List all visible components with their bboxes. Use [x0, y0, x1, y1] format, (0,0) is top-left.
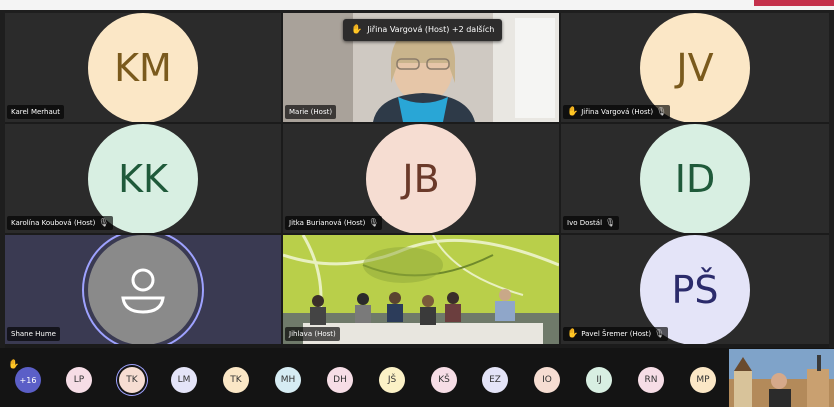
- participant-avatar-lm[interactable]: LM: [171, 367, 197, 393]
- participant-avatar-tk[interactable]: TK: [119, 367, 145, 393]
- mic-muted-icon: 🎙: [368, 218, 379, 227]
- participant-avatar-lp[interactable]: LP: [66, 367, 92, 393]
- self-view-image: [729, 349, 834, 407]
- raised-hand-icon: ✋: [8, 360, 20, 370]
- participant-name-label: Shane Hume: [7, 327, 60, 341]
- participant-tile-marie[interactable]: ✋ Jiřina Vargová (Host) +2 dalších Marie…: [283, 13, 559, 122]
- participant-name-label: ✋ Jiřina Vargová (Host) 🎙: [563, 105, 671, 119]
- participant-name: Pavel Šremer (Host): [581, 330, 652, 338]
- participant-tray: ✋ +16 LP TK LM TK MH DH JŠ KŠ EZ IO IJ R…: [0, 348, 834, 407]
- participant-name: Karolína Koubová (Host): [11, 219, 96, 227]
- participant-name: Ivo Dostál: [567, 219, 603, 227]
- participant-avatar-ez[interactable]: EZ: [482, 367, 508, 393]
- person-icon: [121, 268, 165, 314]
- more-participants-button[interactable]: +16: [15, 367, 41, 393]
- avatar: [88, 235, 198, 344]
- participant-avatar-mh[interactable]: MH: [275, 367, 301, 393]
- raised-hand-icon: ✋: [351, 25, 363, 35]
- mic-muted-icon: 🎙: [605, 218, 616, 227]
- avatar: ID: [640, 124, 750, 233]
- participant-name-label: ✋ Pavel Šremer (Host) 🎙: [563, 327, 669, 341]
- participant-name: Marie (Host): [289, 108, 333, 116]
- participant-avatar-ks[interactable]: KŠ: [431, 367, 457, 393]
- self-view-video[interactable]: [729, 349, 834, 407]
- raised-hands-notification[interactable]: ✋ Jiřina Vargová (Host) +2 dalších: [343, 19, 503, 41]
- participant-name: Karel Merhaut: [11, 108, 60, 116]
- mic-muted-icon: 🎙: [654, 329, 665, 338]
- avatar: JB: [366, 124, 476, 233]
- participant-avatar-js[interactable]: JŠ: [379, 367, 405, 393]
- participant-name-label: Jitka Burianová (Host) 🎙: [285, 216, 383, 230]
- participant-name: Jiřina Vargová (Host): [581, 108, 654, 116]
- participant-tile-karolina-koubova[interactable]: KK Karolína Koubová (Host) 🎙: [5, 124, 281, 233]
- window-top-bar: [0, 0, 834, 10]
- participant-avatar-rn[interactable]: RN: [638, 367, 664, 393]
- participant-name: Jitka Burianová (Host): [289, 219, 366, 227]
- mic-muted-icon: 🎙: [656, 107, 667, 116]
- notification-text: Jiřina Vargová (Host) +2 dalších: [367, 25, 495, 34]
- participant-tile-karel-merhaut[interactable]: KM Karel Merhaut: [5, 13, 281, 122]
- participant-tile-jirina-vargova[interactable]: JV ✋ Jiřina Vargová (Host) 🎙: [561, 13, 829, 122]
- participant-name-label: Karolína Koubová (Host) 🎙: [7, 216, 113, 230]
- participant-name-label: Ivo Dostál 🎙: [563, 216, 620, 230]
- participant-tile-jihlava[interactable]: Jihlava (Host): [283, 235, 559, 344]
- participant-name-label: Karel Merhaut: [7, 105, 64, 119]
- leave-button-edge[interactable]: [754, 0, 834, 6]
- raised-hand-icon: ✋: [567, 107, 579, 117]
- participant-avatar-ij[interactable]: IJ: [586, 367, 612, 393]
- participant-avatar-mp[interactable]: MP: [690, 367, 716, 393]
- participant-tile-pavel-sremer[interactable]: PŠ ✋ Pavel Šremer (Host) 🎙: [561, 235, 829, 344]
- participant-name: Shane Hume: [11, 330, 56, 338]
- participant-avatar-io[interactable]: IO: [534, 367, 560, 393]
- participant-avatar-tk-2[interactable]: TK: [223, 367, 249, 393]
- video-gallery: KM Karel Merhaut ✋ Jiřina Vargová (Host)…: [5, 13, 829, 348]
- participant-tile-ivo-dostal[interactable]: ID Ivo Dostál 🎙: [561, 124, 829, 233]
- participant-tile-jitka-burianova[interactable]: JB Jitka Burianová (Host) 🎙: [283, 124, 559, 233]
- participant-name-label: Jihlava (Host): [285, 327, 340, 341]
- raised-hand-icon: ✋: [567, 329, 579, 339]
- mic-muted-icon: 🎙: [98, 218, 109, 227]
- participant-name-label: Marie (Host): [285, 105, 337, 119]
- participant-avatar-dh[interactable]: DH: [327, 367, 353, 393]
- participant-name: Jihlava (Host): [289, 330, 336, 338]
- participant-tile-shane-hume[interactable]: Shane Hume: [5, 235, 281, 344]
- avatar: KM: [88, 13, 198, 122]
